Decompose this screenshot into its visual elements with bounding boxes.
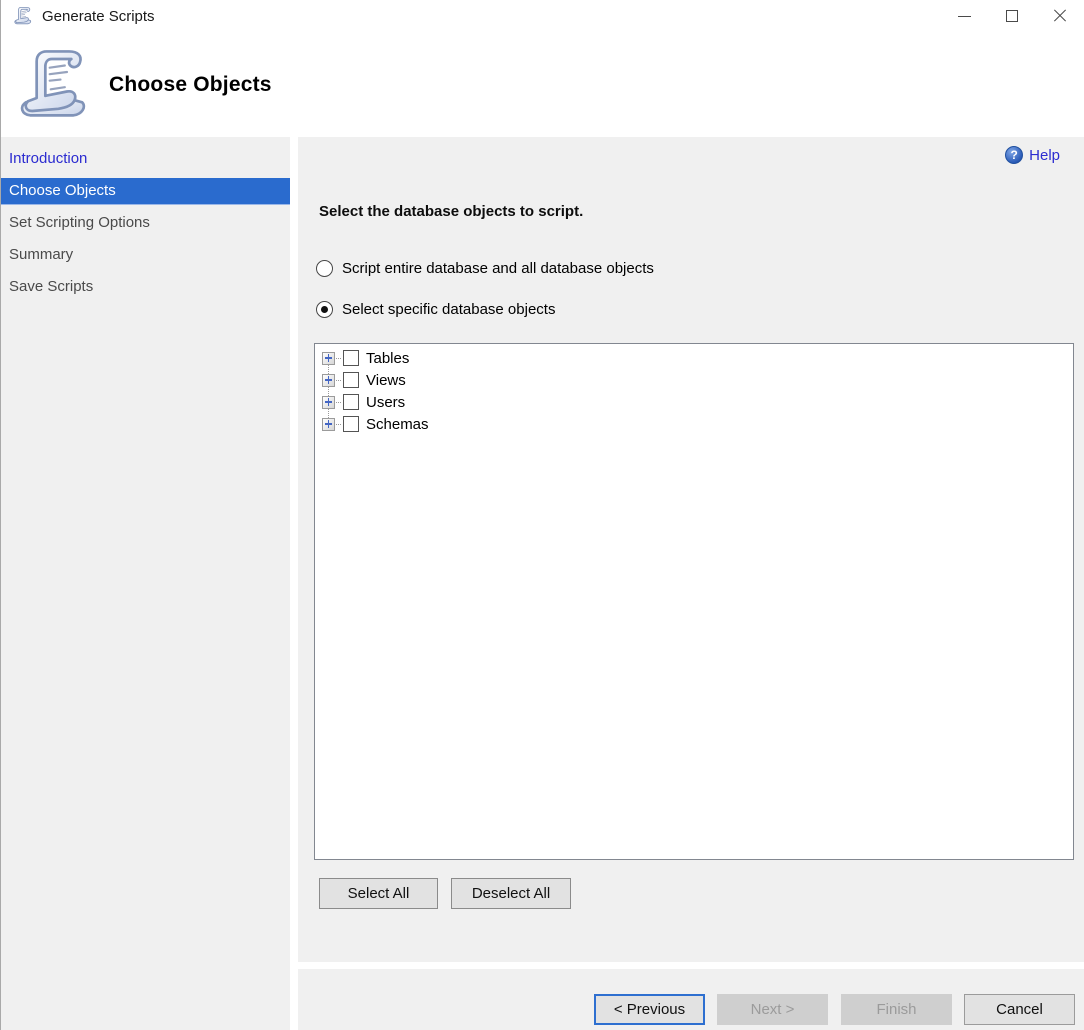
tree-item-label: Users [366,394,405,411]
sidebar-item-summary[interactable]: Summary [1,242,290,268]
content: Introduction Choose Objects Set Scriptin… [1,137,1084,1030]
radio-label: Script entire database and all database … [342,260,654,277]
finish-button[interactable]: Finish [841,994,952,1025]
previous-button[interactable]: < Previous [594,994,705,1025]
tree-item-users[interactable]: Users [315,391,1073,413]
wizard-steps-sidebar: Introduction Choose Objects Set Scriptin… [1,137,290,1030]
radio-button-icon-selected[interactable] [316,301,333,318]
footer-separator [298,962,1084,969]
script-scroll-icon [15,45,93,125]
cancel-button[interactable]: Cancel [964,994,1075,1025]
tree-item-tables[interactable]: Tables [315,347,1073,369]
maximize-button[interactable] [988,0,1036,32]
wizard-header: Choose Objects [1,32,1084,137]
radio-label: Select specific database objects [342,301,555,318]
radio-button-icon[interactable] [316,260,333,277]
sidebar-item-save-scripts[interactable]: Save Scripts [1,274,290,300]
minimize-icon [958,16,971,17]
checkbox-users[interactable] [343,394,359,410]
deselect-all-button[interactable]: Deselect All [451,878,571,909]
radio-script-entire-database[interactable]: Script entire database and all database … [316,260,654,277]
page-instruction: Select the database objects to script. [319,203,583,220]
sidebar-item-choose-objects[interactable]: Choose Objects [1,178,290,204]
tree-item-schemas[interactable]: Schemas [315,413,1073,435]
minimize-button[interactable] [940,0,988,32]
expand-plus-icon[interactable] [322,352,335,365]
tree-connector-dots [336,380,341,381]
tree-item-label: Views [366,372,406,389]
tree-connector-dots [336,402,341,403]
page-title: Choose Objects [109,73,272,97]
close-button[interactable] [1036,0,1084,32]
tree-item-views[interactable]: Views [315,369,1073,391]
tree-item-label: Schemas [366,416,429,433]
checkbox-tables[interactable] [343,350,359,366]
tree-connector-dots [336,358,341,359]
sidebar-item-introduction[interactable]: Introduction [1,146,290,172]
footer-bar: < Previous Next > Finish Cancel [298,969,1084,1030]
close-icon [1053,9,1067,23]
window-title: Generate Scripts [42,8,155,25]
expand-plus-icon[interactable] [322,374,335,387]
maximize-icon [1006,10,1018,22]
main-panel: ? Help Select the database objects to sc… [298,137,1084,1030]
next-button[interactable]: Next > [717,994,828,1025]
checkbox-schemas[interactable] [343,416,359,432]
vertical-divider [290,137,298,1030]
tree-connector-dots [336,424,341,425]
tree-item-label: Tables [366,350,409,367]
checkbox-views[interactable] [343,372,359,388]
expand-plus-icon[interactable] [322,396,335,409]
sidebar-item-set-scripting-options[interactable]: Set Scripting Options [1,210,290,236]
help-label: Help [1029,147,1060,164]
expand-plus-icon[interactable] [322,418,335,431]
title-bar: Generate Scripts [1,0,1084,32]
radio-select-specific-objects[interactable]: Select specific database objects [316,301,555,318]
help-link[interactable]: ? Help [1005,146,1060,164]
list-action-buttons: Select All Deselect All [319,878,571,909]
script-scroll-icon [13,6,33,26]
select-all-button[interactable]: Select All [319,878,438,909]
object-tree-listbox[interactable]: Tables Views Users [314,343,1074,860]
generate-scripts-window: Generate Scripts Choose Objects [0,0,1084,1030]
help-icon: ? [1005,146,1023,164]
window-controls [940,0,1084,32]
